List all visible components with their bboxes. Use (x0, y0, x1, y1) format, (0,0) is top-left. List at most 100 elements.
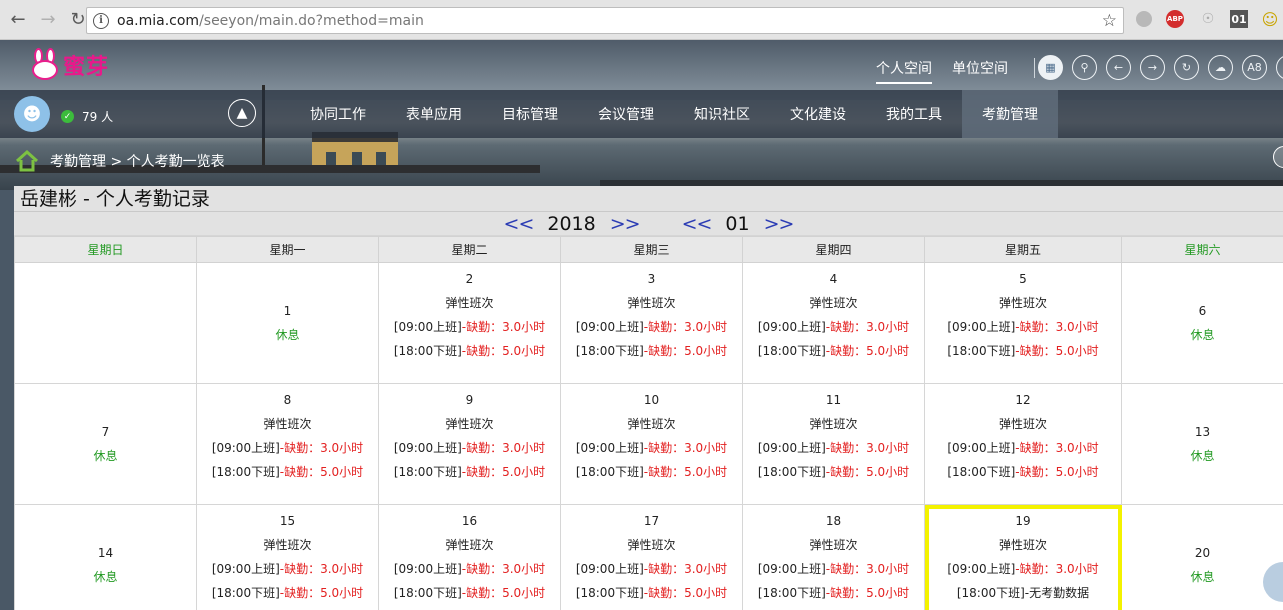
address-bar[interactable]: i oa.mia.com/seeyon/main.do?method=main … (86, 7, 1124, 34)
prev-month-button[interactable]: << (682, 213, 713, 235)
clock-out-record: [18:00下班]-缺勤：5.0小时 (757, 586, 910, 600)
breadcrumb: 考勤管理 > 个人考勤一览表 (14, 149, 225, 172)
day-number: 9 (465, 393, 474, 407)
rest-label: 休息 (93, 570, 118, 584)
menu-item-goals[interactable]: 目标管理 (482, 90, 578, 138)
calendar-day-cell[interactable]: 9 弹性班次 [09:00上班]-缺勤：3.0小时 [18:00下班]-缺勤：5… (378, 383, 561, 505)
calendar-day-cell-empty (14, 262, 197, 384)
tab-divider (1034, 58, 1035, 78)
calendar-day-cell[interactable]: 20 休息 (1121, 504, 1283, 610)
shift-label: 弹性班次 (263, 417, 312, 431)
tab-unit-space[interactable]: 单位空间 (952, 58, 1008, 84)
clock-in-record: [09:00上班]-缺勤：3.0小时 (947, 562, 1099, 576)
calendar-day-cell[interactable]: 12 弹性班次 [09:00上班]-缺勤：3.0小时 [18:00下班]-缺勤：… (924, 383, 1122, 505)
rest-label: 休息 (275, 328, 300, 342)
clock-out-record: [18:00下班]-缺勤：5.0小时 (393, 586, 546, 600)
settings-icon[interactable]: ⚙ (1276, 55, 1283, 80)
mia-logo[interactable]: 蜜芽 (30, 48, 109, 82)
extension-circle-icon[interactable] (1135, 10, 1153, 28)
grid-icon[interactable]: ▦ (1038, 55, 1063, 80)
a8-icon[interactable]: A8 (1242, 55, 1267, 80)
page-title: 岳建彬 - 个人考勤记录 (14, 186, 1283, 212)
calendar-day-cell[interactable]: 15 弹性班次 [09:00上班]-缺勤：3.0小时 [18:00下班]-缺勤：… (196, 504, 379, 610)
calendar-day-cell[interactable]: 16 弹性班次 [09:00上班]-缺勤：3.0小时 [18:00下班]-缺勤：… (378, 504, 561, 610)
adblock-icon[interactable]: ABP (1166, 10, 1184, 28)
navigation-arrow-icon[interactable]: ▲ (228, 99, 256, 127)
calendar-day-cell[interactable]: 11 弹性班次 [09:00上班]-缺勤：3.0小时 [18:00下班]-缺勤：… (742, 383, 925, 505)
calendar-day-cell[interactable]: 5 弹性班次 [09:00上班]-缺勤：3.0小时 [18:00下班]-缺勤：5… (924, 262, 1122, 384)
menu-item-tools[interactable]: 我的工具 (866, 90, 962, 138)
menu-item-forms[interactable]: 表单应用 (386, 90, 482, 138)
back-icon[interactable]: ← (6, 8, 30, 32)
menu-item-culture[interactable]: 文化建设 (770, 90, 866, 138)
calendar-day-cell[interactable]: 7 休息 (14, 383, 197, 505)
info-icon[interactable]: i (93, 12, 109, 29)
rest-label: 休息 (1190, 570, 1215, 584)
online-count: 79 人 (82, 110, 114, 124)
calendar-day-cell[interactable]: 14 休息 (14, 504, 197, 610)
home-icon[interactable] (14, 149, 40, 172)
shield-icon[interactable]: ☉ (1199, 10, 1217, 28)
day-number: 5 (1019, 272, 1027, 286)
menu-item-knowledge[interactable]: 知识社区 (674, 90, 770, 138)
clock-in-record: [09:00上班]-缺勤：3.0小时 (757, 441, 910, 455)
main-menu: 协同工作 表单应用 目标管理 会议管理 知识社区 文化建设 我的工具 考勤管理 (290, 90, 1058, 138)
day-number: 14 (97, 546, 114, 560)
calendar-day-cell[interactable]: 17 弹性班次 [09:00上班]-缺勤：3.0小时 [18:00下班]-缺勤：… (560, 504, 743, 610)
shift-label: 弹性班次 (809, 417, 858, 431)
menu-item-collaboration[interactable]: 协同工作 (290, 90, 386, 138)
day-number: 8 (283, 393, 292, 407)
refresh-icon[interactable]: ↻ (1174, 55, 1199, 80)
menu-item-meetings[interactable]: 会议管理 (578, 90, 674, 138)
day-number: 6 (1198, 304, 1207, 318)
clock-out-record: [18:00下班]-缺勤：5.0小时 (575, 344, 728, 358)
shift-label: 弹性班次 (998, 538, 1047, 552)
day-number: 10 (643, 393, 660, 407)
clock-out-record: [18:00下班]-缺勤：5.0小时 (211, 586, 364, 600)
calendar-day-cell[interactable]: 4 弹性班次 [09:00上班]-缺勤：3.0小时 [18:00下班]-缺勤：5… (742, 262, 925, 384)
prev-year-button[interactable]: << (504, 213, 535, 235)
cloud-icon[interactable]: ☁ (1208, 55, 1233, 80)
calendar-day-cell[interactable]: 8 弹性班次 [09:00上班]-缺勤：3.0小时 [18:00下班]-缺勤：5… (196, 383, 379, 505)
calendar-day-cell[interactable]: 10 弹性班次 [09:00上班]-缺勤：3.0小时 [18:00下班]-缺勤：… (560, 383, 743, 505)
clock-out-record: [18:00下班]-缺勤：5.0小时 (211, 465, 364, 479)
calendar-day-cell[interactable]: 18 弹性班次 [09:00上班]-缺勤：3.0小时 [18:00下班]-缺勤：… (742, 504, 925, 610)
back-arrow-icon[interactable]: ← (1106, 55, 1131, 80)
extension-01-icon[interactable]: 01 (1230, 10, 1248, 28)
clock-out-record: [18:00下班]-缺勤：5.0小时 (393, 465, 546, 479)
search-icon[interactable]: ⚲ (1072, 55, 1097, 80)
forward-arrow-icon[interactable]: → (1140, 55, 1165, 80)
bookmark-star-icon[interactable]: ☆ (1102, 11, 1117, 31)
tab-personal-space[interactable]: 个人空间 (876, 58, 932, 84)
next-year-button[interactable]: >> (610, 213, 641, 235)
browser-toolbar: ← → ↻ i oa.mia.com/seeyon/main.do?method… (0, 0, 1283, 40)
day-number: 17 (643, 514, 660, 528)
calendar-day-cell[interactable]: 3 弹性班次 [09:00上班]-缺勤：3.0小时 [18:00下班]-缺勤：5… (560, 262, 743, 384)
calendar-day-cell[interactable]: 1 休息 (196, 262, 379, 384)
weekday-sunday: 星期日 (14, 236, 197, 263)
calendar-day-cell[interactable]: 2 弹性班次 [09:00上班]-缺勤：3.0小时 [18:00下班]-缺勤：5… (378, 262, 561, 384)
forward-icon[interactable]: → (36, 8, 60, 32)
shift-label: 弹性班次 (263, 538, 312, 552)
attendance-panel: 岳建彬 - 个人考勤记录 << 2018 >> << 01 >> 星期日 星期一… (14, 186, 1283, 610)
calendar-day-cell[interactable]: 13 休息 (1121, 383, 1283, 505)
day-number: 4 (829, 272, 838, 286)
clock-in-record: [09:00上班]-缺勤：3.0小时 (757, 320, 910, 334)
clock-in-record: [09:00上班]-缺勤：3.0小时 (575, 320, 728, 334)
calendar-day-cell[interactable]: 6 休息 (1121, 262, 1283, 384)
clock-in-record: [09:00上班]-缺勤：3.0小时 (575, 562, 728, 576)
calendar-week-row: 7 休息 8 弹性班次 [09:00上班]-缺勤：3.0小时 [18:00下班]… (14, 383, 1283, 505)
next-month-button[interactable]: >> (764, 213, 795, 235)
weekday-tuesday: 星期二 (378, 236, 561, 263)
smiley-icon[interactable]: ☺ (1261, 10, 1279, 29)
menu-item-attendance[interactable]: 考勤管理 (962, 90, 1058, 138)
calendar-day-cell-today[interactable]: 19 弹性班次 [09:00上班]-缺勤：3.0小时 [18:00下班]-无考勤… (924, 504, 1122, 610)
space-tabs: 个人空间 单位空间 (876, 58, 1035, 84)
day-number: 18 (825, 514, 842, 528)
day-number: 1 (283, 304, 292, 318)
shift-label: 弹性班次 (627, 296, 676, 310)
avatar[interactable]: ☻ (14, 96, 50, 132)
online-status[interactable]: ✓ 79 人 (61, 108, 113, 125)
weekday-saturday: 星期六 (1121, 236, 1283, 263)
date-navigator: << 2018 >> << 01 >> (14, 212, 1283, 236)
